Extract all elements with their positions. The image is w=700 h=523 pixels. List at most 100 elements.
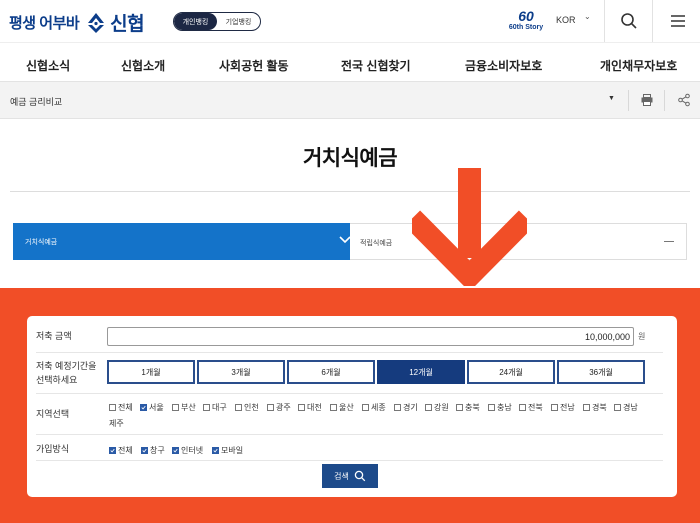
caret-down-icon[interactable]: ▼ (608, 95, 615, 102)
search-button[interactable]: 검색 (322, 464, 378, 488)
anniversary-number: 60 (518, 8, 534, 24)
region-checkbox-label: 대전 (307, 403, 322, 412)
breadcrumb: 예금 금리비교 ▼ (0, 82, 700, 119)
join-method-checkbox-label: 모바일 (221, 446, 244, 455)
checkbox-empty-icon[interactable] (425, 404, 432, 411)
divider (604, 0, 605, 42)
period-12-month-button[interactable]: 12개월 (377, 360, 465, 384)
checkbox-empty-icon[interactable] (614, 404, 621, 411)
region-checkbox-label: 대구 (212, 403, 227, 412)
tab-label: 거치식예금 (25, 239, 58, 246)
checkbox-empty-icon[interactable] (267, 404, 274, 411)
region-checkbox-label: 부산 (181, 403, 196, 412)
checkbox-empty-icon[interactable] (203, 404, 210, 411)
checkbox-empty-icon[interactable] (488, 404, 495, 411)
checkbox-empty-icon[interactable] (298, 404, 305, 411)
period-24-month-button[interactable]: 24개월 (467, 360, 555, 384)
region-checkbox-label: 제주 (109, 419, 124, 428)
period-36-month-button[interactable]: 36개월 (557, 360, 645, 384)
region-checkbox[interactable]: 강원 (425, 402, 449, 413)
anniversary-text: 60th Story (508, 24, 544, 31)
checkbox-checked-icon[interactable] (172, 447, 179, 454)
amount-value: 10,000,000 (584, 332, 630, 342)
region-checkbox-label: 경기 (403, 403, 418, 412)
region-checkbox-label: 강원 (434, 403, 449, 412)
brand-logo[interactable]: 평생 어부바 신협 (9, 9, 145, 36)
checkbox-empty-icon[interactable] (330, 404, 337, 411)
region-checkbox[interactable]: 부산 (172, 402, 196, 413)
checkbox-empty-icon[interactable] (109, 404, 116, 411)
region-checkbox[interactable]: 전북 (519, 402, 543, 413)
join-method-checkbox[interactable]: 창구 (141, 445, 165, 456)
checkbox-checked-icon[interactable] (212, 447, 219, 454)
nav-item-consumer-protection[interactable]: 금융소비자보호 (465, 57, 542, 74)
divider (628, 90, 629, 111)
banking-segment-toggle: 개인뱅킹 기업뱅킹 (173, 12, 261, 31)
join-method-checkbox-label: 전체 (118, 446, 133, 455)
region-checkbox[interactable]: 전체 (109, 402, 133, 413)
nav-item-debtor-protection[interactable]: 개인채무자보호 (600, 57, 677, 74)
nav-item-social-contribution[interactable]: 사회공헌 활동 (219, 57, 289, 74)
anniversary-logo[interactable]: 60 60th Story (508, 9, 544, 35)
checkbox-empty-icon[interactable] (235, 404, 242, 411)
search-icon[interactable] (619, 11, 639, 31)
region-checkbox[interactable]: 충남 (488, 402, 512, 413)
divider (652, 0, 653, 42)
region-checkbox[interactable]: 경남 (614, 402, 638, 413)
checkbox-checked-icon[interactable] (109, 447, 116, 454)
region-checkbox[interactable]: 광주 (267, 402, 291, 413)
checkbox-empty-icon[interactable] (583, 404, 590, 411)
search-button-label: 검색 (334, 471, 349, 481)
period-3-month-button[interactable]: 3개월 (197, 360, 285, 384)
region-checkbox[interactable]: 대구 (203, 402, 227, 413)
region-checkbox[interactable]: 경기 (394, 402, 418, 413)
checkbox-checked-icon[interactable] (140, 404, 147, 411)
hamburger-menu-icon[interactable] (668, 11, 688, 31)
region-checkbox[interactable]: 인천 (235, 402, 259, 413)
brand-slogan: 평생 어부바 (9, 15, 80, 32)
region-checkbox[interactable]: 전남 (551, 402, 575, 413)
chevron-down-icon: ⌄ (584, 12, 591, 21)
language-selector[interactable]: KOR (556, 15, 576, 25)
region-label: 지역선택 (36, 409, 70, 419)
period-6-month-button[interactable]: 6개월 (287, 360, 375, 384)
business-banking-tab[interactable]: 기업뱅킹 (217, 13, 260, 30)
nav-item-branch-finder[interactable]: 전국 신협찾기 (341, 57, 411, 74)
collapse-icon (664, 241, 674, 242)
print-icon[interactable] (640, 93, 654, 107)
share-icon[interactable] (677, 93, 691, 107)
checkbox-empty-icon[interactable] (394, 404, 401, 411)
region-checkbox-label: 전북 (528, 403, 543, 412)
region-checkbox[interactable]: 충북 (456, 402, 480, 413)
join-method-checkbox[interactable]: 인터넷 (172, 445, 203, 456)
breadcrumb-current[interactable]: 예금 금리비교 (10, 95, 62, 108)
nav-item-about[interactable]: 신협소개 (121, 57, 165, 74)
tab-label: 적립식예금 (360, 240, 393, 247)
checkbox-empty-icon[interactable] (362, 404, 369, 411)
region-checkbox[interactable]: 울산 (330, 402, 354, 413)
amount-input[interactable]: 10,000,000 (107, 327, 634, 346)
region-checkbox-label: 충북 (465, 403, 480, 412)
divider (36, 393, 663, 394)
join-method-checkbox[interactable]: 모바일 (212, 445, 243, 456)
tab-lump-sum-deposit[interactable]: 거치식예금 (13, 223, 351, 260)
region-checkbox[interactable]: 서울 (140, 402, 164, 413)
region-checkbox[interactable]: 제주 (109, 418, 124, 429)
region-checkbox[interactable]: 대전 (298, 402, 322, 413)
checkbox-empty-icon[interactable] (172, 404, 179, 411)
nav-item-news[interactable]: 신협소식 (26, 57, 70, 74)
checkbox-empty-icon[interactable] (456, 404, 463, 411)
join-method-checkbox[interactable]: 전체 (109, 445, 133, 456)
join-method-checkbox-label: 창구 (150, 446, 165, 455)
region-checkbox[interactable]: 경북 (583, 402, 607, 413)
checkbox-empty-icon[interactable] (519, 404, 526, 411)
checkbox-checked-icon[interactable] (141, 447, 148, 454)
period-1-month-button[interactable]: 1개월 (107, 360, 195, 384)
region-checkbox[interactable]: 세종 (362, 402, 386, 413)
region-checkbox-label: 경남 (623, 403, 638, 412)
join-method-checkbox-label: 인터넷 (181, 446, 204, 455)
checkbox-empty-icon[interactable] (551, 404, 558, 411)
shinhyup-logo-icon (88, 12, 105, 33)
divider (36, 434, 663, 435)
personal-banking-tab[interactable]: 개인뱅킹 (174, 13, 217, 30)
